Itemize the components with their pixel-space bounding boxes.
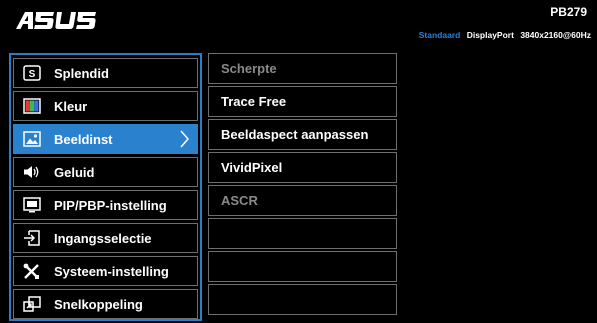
shortcut-icon (22, 295, 42, 313)
tools-icon (22, 262, 42, 280)
menu-item-label: Beeldinst (54, 131, 113, 147)
menu-item-pip-pbp[interactable]: PIP/PBP-instelling (13, 190, 198, 220)
input-select-icon (22, 229, 42, 247)
submenu-panel: Scherpte Trace Free Beeldaspect aanpasse… (208, 53, 397, 321)
osd-header: PB279 Standaard DisplayPort 3840x2160@60… (0, 0, 597, 48)
main-menu: S Splendid Kleur Beeldinst Geluid PIP/PB… (9, 53, 202, 321)
chevron-right-icon (179, 130, 189, 151)
menu-item-beeldinst[interactable]: Beeldinst (13, 124, 198, 154)
submenu-item-beeldaspect[interactable]: Beeldaspect aanpassen (208, 119, 397, 150)
menu-item-kleur[interactable]: Kleur (13, 91, 198, 121)
menu-item-systeem-instelling[interactable]: Systeem-instelling (13, 256, 198, 286)
asus-logo (16, 12, 96, 29)
submenu-empty-slot (208, 251, 397, 282)
menu-item-geluid[interactable]: Geluid (13, 157, 198, 187)
pip-icon (22, 196, 42, 214)
status-resolution: 3840x2160@60Hz (520, 30, 591, 40)
speaker-icon (22, 163, 42, 181)
menu-item-label: Ingangsselectie (54, 230, 152, 246)
menu-item-label: Kleur (54, 98, 88, 114)
menu-item-label: Snelkoppeling (54, 296, 143, 312)
menu-item-splendid[interactable]: S Splendid (13, 58, 198, 88)
status-bar: Standaard DisplayPort 3840x2160@60Hz (419, 30, 591, 40)
menu-item-label: Splendid (54, 65, 109, 81)
svg-text:S: S (29, 69, 36, 80)
submenu-item-ascr[interactable]: ASCR (208, 185, 397, 216)
menu-item-label: Geluid (54, 164, 95, 180)
status-input: DisplayPort (466, 30, 514, 40)
submenu-item-scherpte[interactable]: Scherpte (208, 53, 397, 84)
submenu-item-trace-free[interactable]: Trace Free (208, 86, 397, 117)
status-mode: Standaard (418, 30, 461, 40)
color-icon (22, 97, 42, 115)
model-name: PB279 (550, 5, 587, 19)
splendid-icon: S (22, 64, 42, 82)
menu-item-snelkoppeling[interactable]: Snelkoppeling (13, 289, 198, 319)
submenu-empty-slot (208, 218, 397, 249)
menu-item-label: PIP/PBP-instelling (54, 197, 167, 213)
submenu-item-vividpixel[interactable]: VividPixel (208, 152, 397, 183)
osd-menu: PB279 Standaard DisplayPort 3840x2160@60… (0, 0, 597, 323)
menu-item-label: Systeem-instelling (54, 263, 169, 279)
menu-item-ingangsselectie[interactable]: Ingangsselectie (13, 223, 198, 253)
submenu-empty-slot (208, 284, 397, 315)
image-icon (22, 130, 42, 148)
